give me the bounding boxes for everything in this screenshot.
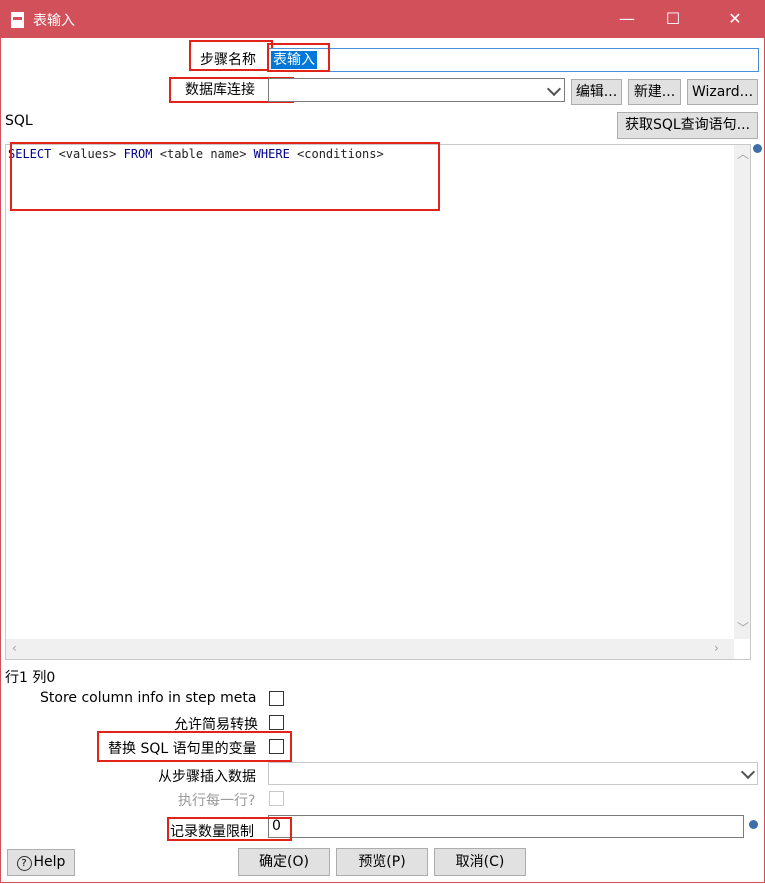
annotation-box xyxy=(189,40,273,71)
variable-icon[interactable] xyxy=(749,820,758,829)
chevron-down-icon xyxy=(546,81,562,97)
execute-each-row-label: 执行每一行? xyxy=(178,793,256,809)
vertical-scrollbar[interactable]: ︿ ﹀ xyxy=(734,145,750,639)
annotation-box xyxy=(97,731,292,762)
scroll-left-icon[interactable]: ‹ xyxy=(12,641,17,655)
wizard-button[interactable]: Wizard... xyxy=(687,79,758,105)
scroll-up-icon[interactable]: ︿ xyxy=(737,145,749,162)
limit-input[interactable]: 0 xyxy=(268,815,744,838)
minimize-icon[interactable]: — xyxy=(604,0,650,38)
insert-from-step-label: 从步骤插入数据 xyxy=(158,769,256,785)
scroll-down-icon[interactable]: ﹀ xyxy=(737,619,749,636)
close-icon[interactable]: ✕ xyxy=(712,0,758,38)
ok-button[interactable]: 确定(O) xyxy=(238,848,330,876)
preview-button[interactable]: 预览(P) xyxy=(336,848,428,876)
sql-editor[interactable]: SELECT <values> FROM <table name> WHERE … xyxy=(5,144,751,660)
store-column-info-checkbox[interactable] xyxy=(269,691,284,706)
horizontal-scrollbar[interactable]: ‹ › xyxy=(6,639,734,659)
insert-from-step-select[interactable] xyxy=(268,762,758,785)
variable-icon[interactable] xyxy=(753,144,762,153)
new-connection-button[interactable]: 新建... xyxy=(628,79,681,105)
maximize-icon[interactable]: ☐ xyxy=(650,0,696,38)
help-label: Help xyxy=(33,854,66,870)
edit-connection-button[interactable]: 编辑... xyxy=(571,79,622,105)
annotation-box xyxy=(167,817,292,841)
get-sql-button[interactable]: 获取SQL查询语句... xyxy=(617,112,758,139)
sql-label: SQL xyxy=(5,113,33,129)
execute-each-row-checkbox[interactable] xyxy=(269,791,284,806)
db-connection-select[interactable] xyxy=(268,78,565,102)
step-name-input[interactable]: 表输入 xyxy=(268,48,759,72)
chevron-down-icon xyxy=(740,764,756,780)
lazy-conversion-checkbox[interactable] xyxy=(269,715,284,730)
annotation-box xyxy=(10,142,440,211)
help-button[interactable]: ? Help xyxy=(7,849,75,876)
scroll-right-icon[interactable]: › xyxy=(714,641,719,655)
cancel-button[interactable]: 取消(C) xyxy=(434,848,526,876)
app-icon xyxy=(11,12,24,28)
window-title: 表输入 xyxy=(33,13,75,29)
help-icon: ? xyxy=(16,856,32,871)
annotation-box xyxy=(267,43,330,72)
store-column-info-label: Store column info in step meta xyxy=(40,690,257,706)
cursor-position: 行1 列0 xyxy=(5,670,56,686)
